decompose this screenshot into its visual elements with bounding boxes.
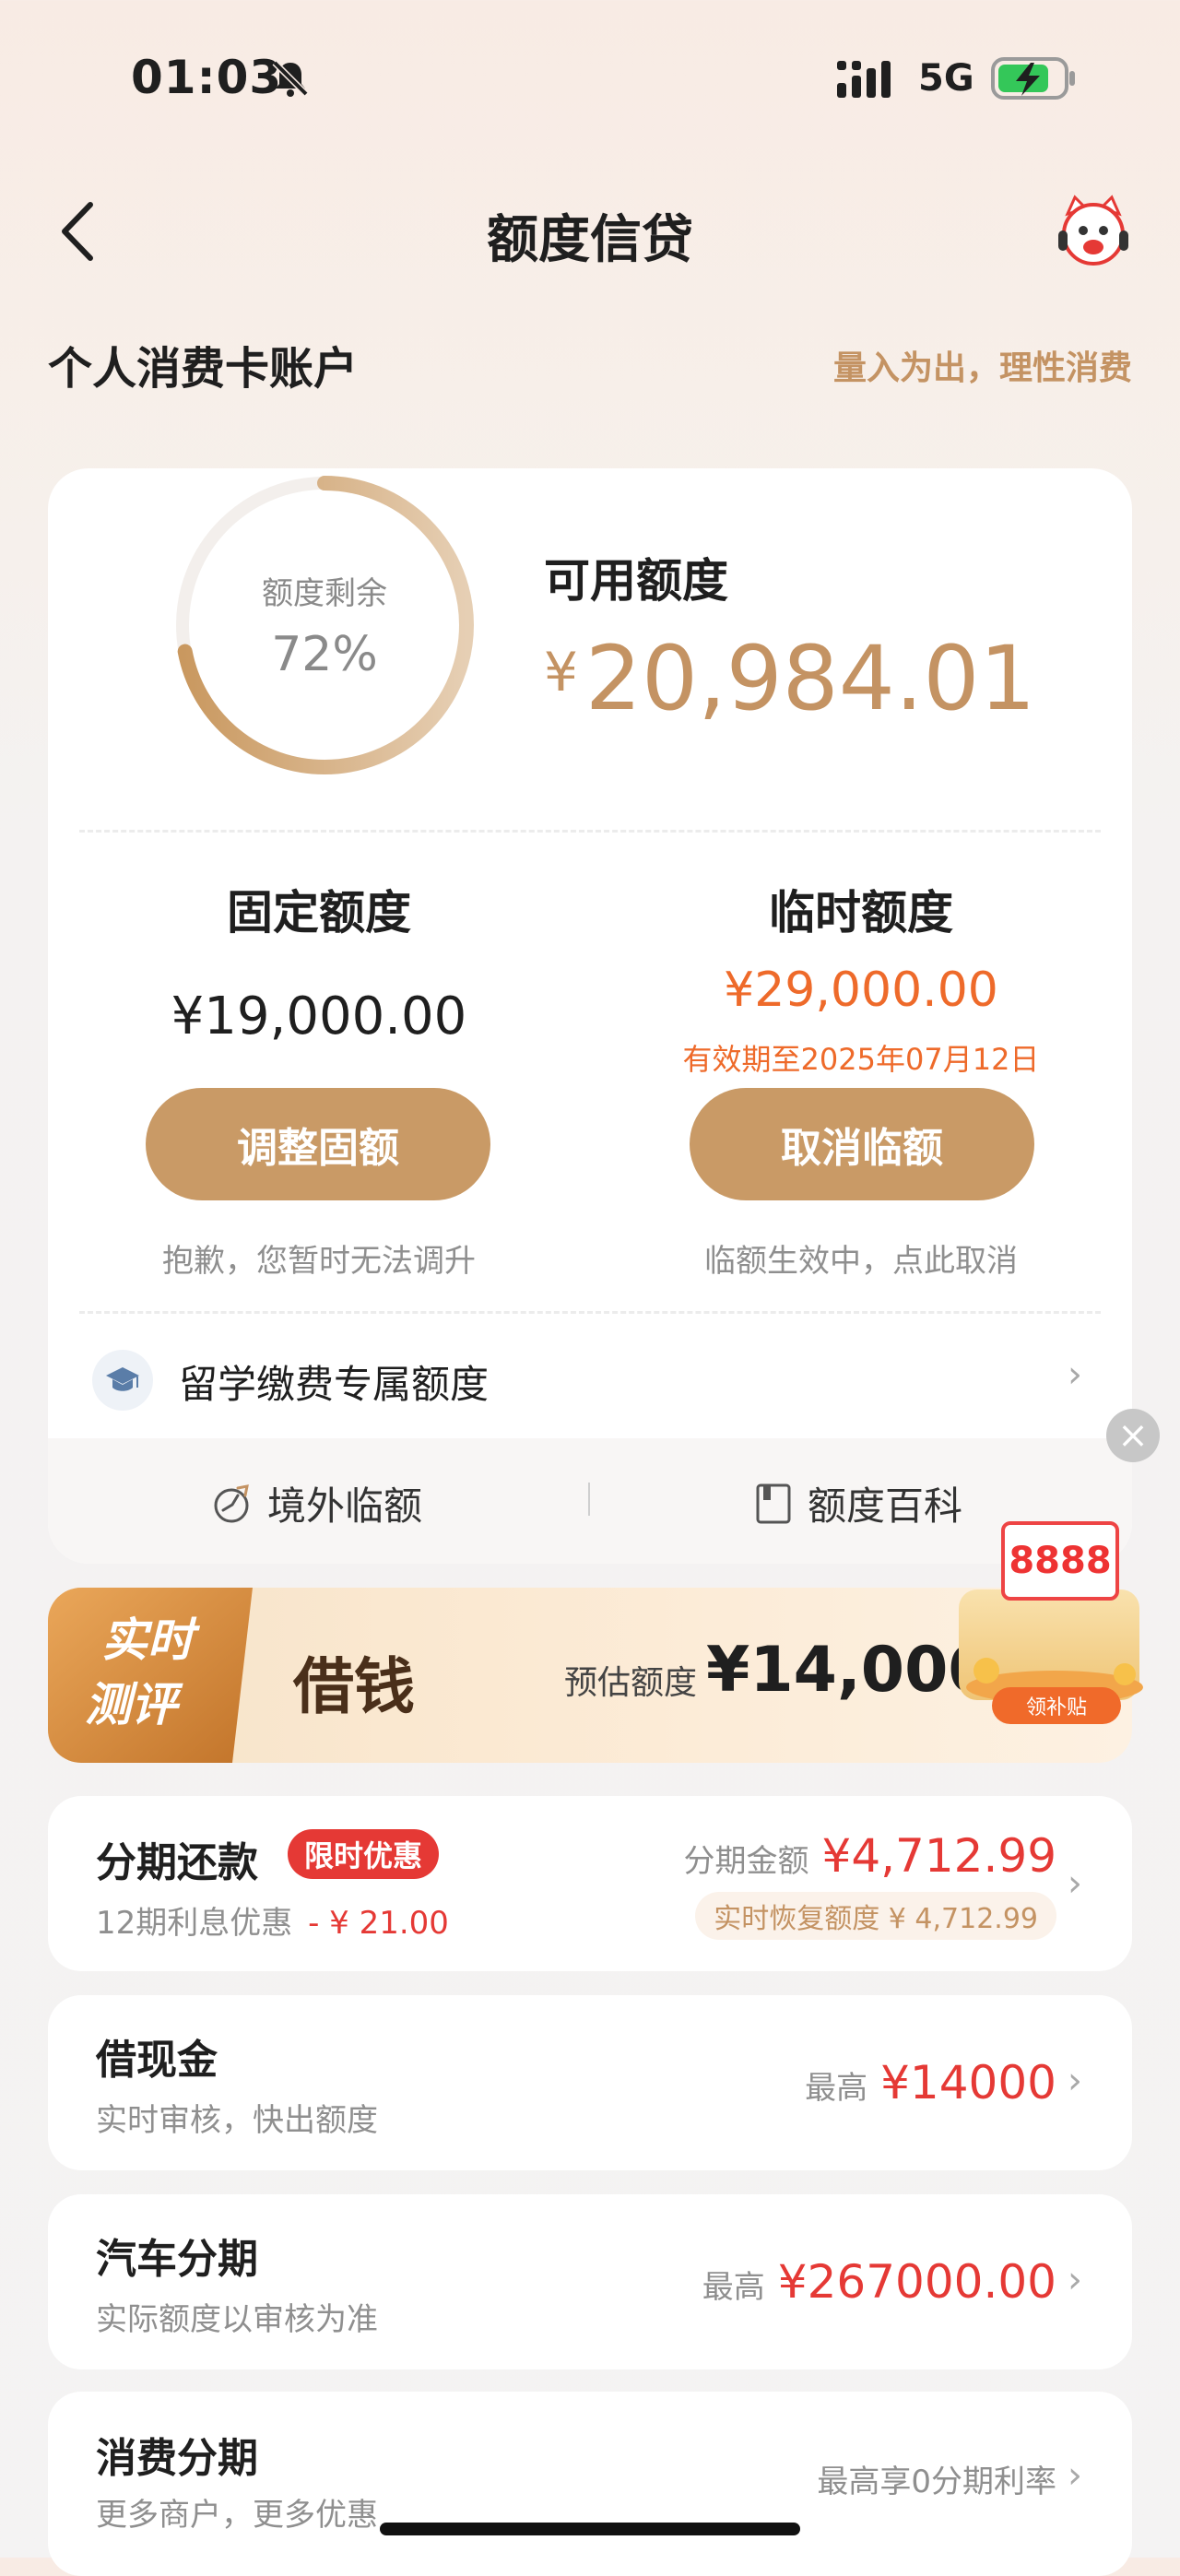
book-icon (754, 1483, 793, 1525)
car-installment-max-label: 最高 (702, 2269, 765, 2306)
chevron-right-icon[interactable]: › (1068, 2259, 1082, 2301)
recover-limit-tag: 实时恢复额度 ¥ 4,712.99 (695, 1892, 1056, 1940)
available-value: 20,984.01 (584, 627, 1036, 730)
cash-loan-max-label: 最高 (805, 2070, 868, 2107)
claim-subsidy-button[interactable]: 领补贴 (992, 1687, 1121, 1724)
divider (79, 830, 1101, 833)
study-abroad-limit-link[interactable]: 留学缴费专属额度 (179, 1353, 489, 1410)
overseas-temp-limit-link[interactable]: 境外临额 (210, 1475, 422, 1531)
consumer-installment-rate-label: 最高享0分期利率 (817, 2464, 1056, 2500)
temp-limit-validity: 有效期至2025年07月12日 (682, 1042, 1040, 1077)
chevron-right-icon[interactable]: › (1068, 2454, 1082, 2497)
wiki-label: 额度百科 (808, 1483, 963, 1529)
installment-amount: 分期金额 ¥4,712.99 (684, 1829, 1056, 1883)
estimate-label: 预估额度 (564, 1664, 698, 1702)
car-installment-sub: 实际额度以审核为准 (96, 2301, 378, 2338)
chevron-right-icon[interactable]: › (1068, 1862, 1082, 1905)
car-installment-max: 最高 ¥267000.00 (702, 2255, 1056, 2309)
footer-separator (588, 1483, 590, 1516)
chevron-right-icon[interactable]: › (1068, 1353, 1082, 1396)
network-type: 5G (918, 57, 974, 100)
available-label: 可用额度 (544, 554, 728, 608)
temp-limit-amount: ¥29,000.00 (724, 963, 998, 1018)
consumer-installment-sub: 更多商户，更多优惠 (96, 2497, 378, 2534)
close-icon[interactable]: × (1106, 1409, 1160, 1462)
banner-title: 借钱 (293, 1650, 415, 1722)
cash-loan-title: 借现金 (96, 2037, 218, 2084)
consumer-installment-rate: 最高享0分期利率 (817, 2456, 1056, 2501)
ring-label: 额度剩余 (262, 575, 387, 612)
fixed-limit-title: 固定额度 (227, 886, 411, 939)
available-amount: ¥20,984.01 (544, 627, 1035, 730)
installment-discount: - ¥ 21.00 (308, 1905, 449, 1942)
installment-amount-label: 分期金额 (683, 1843, 809, 1880)
car-installment-max-value: ¥267000.00 (777, 2255, 1056, 2309)
temp-limit-hint[interactable]: 临额生效中，点此取消 (603, 1235, 1119, 1281)
car-installment-title: 汽车分期 (96, 2236, 258, 2283)
slogan: 量入为出，理性消费 (832, 349, 1132, 387)
globe-plane-icon (210, 1483, 253, 1525)
graduation-cap-icon (92, 1350, 153, 1411)
signal-icon (835, 59, 900, 103)
banner-tag-line: 实时 (101, 1613, 194, 1667)
banner-tag-line: 测评 (85, 1678, 177, 1731)
mute-icon (269, 57, 312, 103)
adjust-fixed-button[interactable]: 调整固额 (146, 1088, 490, 1200)
promo-amount: 8888 (1001, 1521, 1119, 1601)
fixed-limit-hint: 抱歉，您暂时无法调升 (162, 1243, 476, 1280)
limited-offer-badge: 限时优惠 (288, 1829, 440, 1879)
installment-title: 分期还款 (96, 1839, 258, 1886)
banner-tag-text: 实时 测评 (85, 1608, 194, 1737)
cash-loan-sub: 实时审核，快出额度 (96, 2102, 378, 2139)
ring-percent: 72% (271, 627, 378, 682)
account-title: 个人消费卡账户 (48, 343, 359, 395)
cash-loan-max-value: ¥14000 (880, 2056, 1056, 2109)
temp-limit-title: 临时额度 (769, 886, 953, 939)
consumer-installment-title: 消费分期 (96, 2435, 258, 2482)
home-indicator (380, 2523, 800, 2535)
installment-amount-value: ¥4,712.99 (821, 1829, 1056, 1883)
currency-symbol: ¥ (544, 641, 578, 703)
fixed-limit-amount: ¥19,000.00 (171, 987, 467, 1046)
chevron-right-icon[interactable]: › (1068, 2060, 1082, 2102)
status-time: 01:03 (131, 51, 283, 104)
installment-sub-text: 12期利息优惠 (96, 1905, 293, 1942)
cancel-temp-button[interactable]: 取消临额 (690, 1088, 1034, 1200)
battery-icon (990, 55, 1079, 105)
assistant-mascot-icon[interactable] (1055, 194, 1132, 275)
overseas-label: 境外临额 (267, 1483, 423, 1529)
installment-sub: 12期利息优惠 - ¥ 21.00 (96, 1897, 449, 1943)
page-title: 额度信贷 (487, 210, 693, 270)
limit-wiki-link[interactable]: 额度百科 (754, 1475, 962, 1531)
divider (79, 1311, 1101, 1314)
cash-loan-max: 最高 ¥14000 (805, 2056, 1056, 2109)
